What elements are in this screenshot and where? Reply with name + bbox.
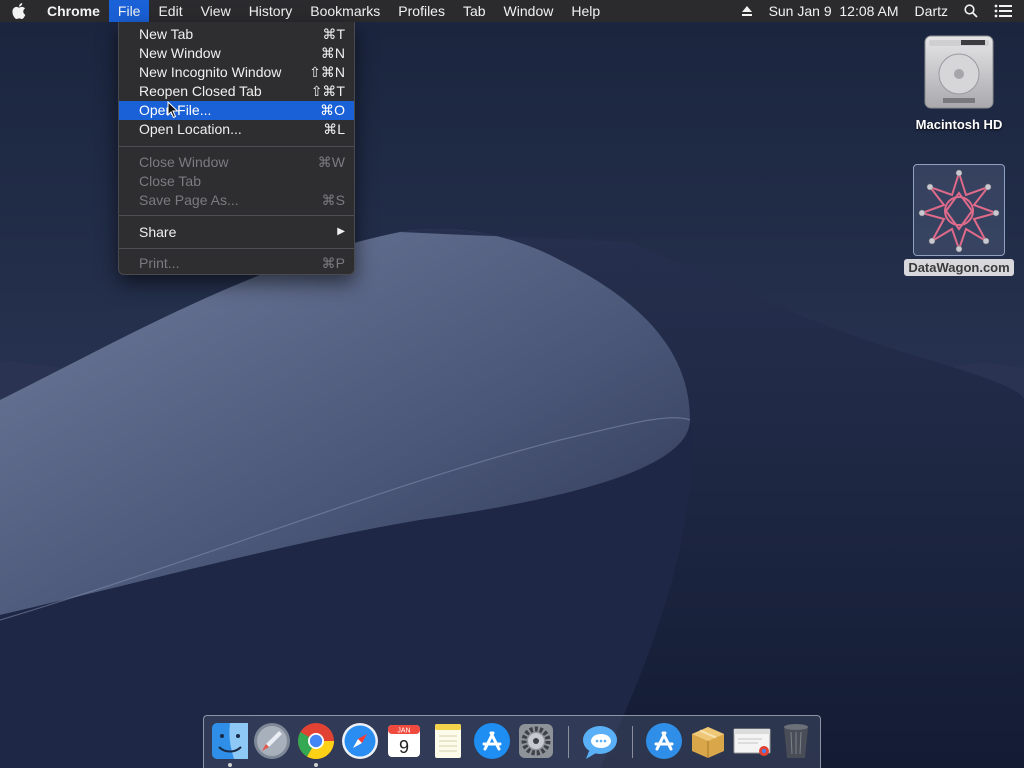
safari-icon[interactable] xyxy=(340,721,380,761)
menu-item-label: Open Location... xyxy=(139,121,242,137)
menu-item-close-window[interactable]: Close Window ⌘W xyxy=(119,153,354,172)
menu-item-shortcut: ⌘O xyxy=(320,102,345,118)
calendar-day: 9 xyxy=(399,737,409,757)
menu-item-shortcut: ⇧⌘N xyxy=(309,64,345,80)
menu-item-shortcut: ⌘T xyxy=(322,26,345,42)
menu-bar: Chrome File Edit View History Bookmarks … xyxy=(0,0,1024,22)
menu-item-print[interactable]: Print... ⌘P xyxy=(119,254,354,273)
finder-icon[interactable] xyxy=(210,721,250,761)
package-icon[interactable] xyxy=(688,721,728,761)
datawagon-folder-icon xyxy=(913,164,1005,256)
menu-profiles[interactable]: Profiles xyxy=(389,0,454,22)
menu-item-label: Close Window xyxy=(139,154,229,170)
menu-item-shortcut: ⌘N xyxy=(320,45,345,61)
menu-item-shortcut: ⇧⌘T xyxy=(310,83,345,99)
menu-item-close-tab[interactable]: Close Tab xyxy=(119,172,354,191)
menu-bookmarks[interactable]: Bookmarks xyxy=(301,0,389,22)
menu-item-label: Save Page As... xyxy=(139,192,239,208)
menu-item-shortcut: ⌘P xyxy=(321,255,345,271)
running-indicator xyxy=(314,763,318,767)
menu-tab[interactable]: Tab xyxy=(454,0,495,22)
trash-icon[interactable] xyxy=(776,721,816,761)
status-area: Sun Jan 9 12:08 AM Dartz xyxy=(733,0,1024,22)
submenu-arrow-icon: ▶ xyxy=(337,226,345,237)
menu-item-reopen-closed-tab[interactable]: Reopen Closed Tab ⇧⌘T xyxy=(119,82,354,101)
dock-separator xyxy=(568,726,569,758)
running-indicator xyxy=(228,763,232,767)
menu-window[interactable]: Window xyxy=(495,0,563,22)
dock: JAN 9 xyxy=(203,715,821,768)
menu-item-label: Close Tab xyxy=(139,173,202,189)
apple-menu[interactable] xyxy=(0,0,38,22)
menu-item-new-incognito-window[interactable]: New Incognito Window ⇧⌘N xyxy=(119,63,354,82)
desktop-icon-label: Macintosh HD xyxy=(915,117,1003,132)
menu-edit[interactable]: Edit xyxy=(149,0,191,22)
menu-view[interactable]: View xyxy=(192,0,240,22)
launchpad-icon[interactable] xyxy=(252,721,292,761)
messages-icon[interactable] xyxy=(580,721,620,761)
hard-drive-icon xyxy=(924,35,994,109)
menu-item-new-window[interactable]: New Window ⌘N xyxy=(119,44,354,63)
calendar-icon[interactable]: JAN 9 xyxy=(384,721,424,761)
spotlight-search-icon[interactable] xyxy=(956,0,986,22)
menu-item-shortcut: ⌘L xyxy=(323,121,345,137)
menu-item-label: New Window xyxy=(139,45,221,61)
desktop-icon-datawagon[interactable]: DataWagon.com xyxy=(900,164,1018,276)
mouse-cursor-icon xyxy=(167,101,179,119)
menu-item-shortcut: ⌘S xyxy=(321,192,345,208)
eject-icon[interactable] xyxy=(733,0,761,22)
app-menu-chrome[interactable]: Chrome xyxy=(38,0,109,22)
menu-item-label: New Incognito Window xyxy=(139,64,282,80)
menu-item-share[interactable]: Share ▶ xyxy=(119,221,354,243)
menu-separator xyxy=(119,146,354,147)
menu-item-label: Reopen Closed Tab xyxy=(139,83,262,99)
menu-separator xyxy=(119,215,354,216)
file-menu-dropdown: New Tab ⌘T New Window ⌘N New Incognito W… xyxy=(118,22,355,275)
desktop: Chrome File Edit View History Bookmarks … xyxy=(0,0,1024,768)
menu-item-open-file[interactable]: Open File... ⌘O xyxy=(119,101,354,120)
app-store-icon[interactable] xyxy=(472,721,512,761)
desktop-icon-label: DataWagon.com xyxy=(904,259,1014,276)
system-preferences-icon[interactable] xyxy=(516,721,556,761)
notes-icon[interactable] xyxy=(428,721,468,761)
desktop-icon-macintosh-hd[interactable]: Macintosh HD xyxy=(904,32,1014,132)
notification-center-icon[interactable] xyxy=(986,0,1024,22)
calendar-month: JAN xyxy=(397,728,410,735)
menu-item-save-page-as[interactable]: Save Page As... ⌘S xyxy=(119,191,354,210)
menu-item-label: New Tab xyxy=(139,26,194,42)
menu-help[interactable]: Help xyxy=(562,0,609,22)
applications-folder-icon[interactable] xyxy=(644,721,684,761)
clock[interactable]: Sun Jan 9 12:08 AM xyxy=(761,0,907,22)
menu-item-shortcut: ⌘W xyxy=(317,154,345,170)
menu-item-label: Print... xyxy=(139,255,180,271)
menu-item-label: Share xyxy=(139,224,177,240)
menu-file[interactable]: File xyxy=(108,0,150,22)
chrome-icon[interactable] xyxy=(296,721,336,761)
menu-item-new-tab[interactable]: New Tab ⌘T xyxy=(119,25,354,44)
menu-history[interactable]: History xyxy=(240,0,302,22)
chrome-window-thumbnail-icon[interactable] xyxy=(732,721,772,761)
user-menu[interactable]: Dartz xyxy=(907,0,956,22)
menu-separator xyxy=(119,248,354,249)
menu-item-open-location[interactable]: Open Location... ⌘L xyxy=(119,120,354,139)
dock-separator xyxy=(632,726,633,758)
apple-logo-icon xyxy=(12,3,26,20)
